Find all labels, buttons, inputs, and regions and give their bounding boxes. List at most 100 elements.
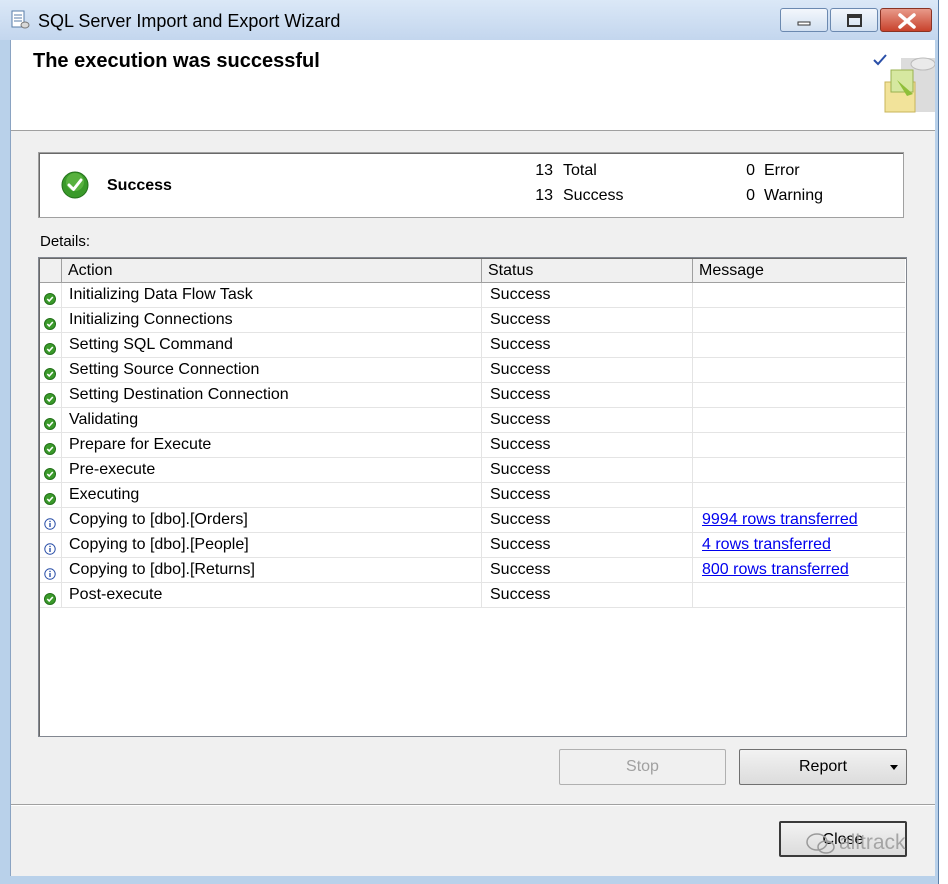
message-link[interactable]: 4 rows transferred	[702, 536, 831, 553]
action-cell: Setting SQL Command	[62, 333, 482, 357]
message-cell	[693, 483, 905, 507]
details-label: Details:	[40, 233, 91, 250]
message-cell	[693, 308, 905, 332]
row-icon-cell	[40, 533, 62, 557]
row-icon-cell	[40, 433, 62, 457]
table-row[interactable]: Initializing Data Flow Task Success	[40, 283, 905, 308]
footer-divider	[11, 804, 935, 806]
message-link[interactable]: 9994 rows transferred	[702, 511, 858, 528]
column-header-message[interactable]: Message	[693, 259, 905, 282]
table-row[interactable]: Setting Source Connection Success	[40, 358, 905, 383]
message-cell: 9994 rows transferred	[693, 508, 905, 532]
action-cell: Prepare for Execute	[62, 433, 482, 457]
row-icon-cell	[40, 283, 62, 307]
header-icon-column[interactable]	[40, 259, 62, 282]
dropdown-arrow-icon	[890, 765, 898, 770]
action-cell: Copying to [dbo].[Orders]	[62, 508, 482, 532]
window-title: SQL Server Import and Export Wizard	[38, 11, 341, 31]
wizard-client-area: The execution was successful Success 13 …	[10, 40, 935, 876]
minimize-button[interactable]	[780, 8, 828, 32]
warning-count: 0	[746, 187, 755, 204]
message-cell	[693, 408, 905, 432]
status-cell: Success	[482, 383, 693, 407]
action-cell: Initializing Connections	[62, 308, 482, 332]
action-cell: Post-execute	[62, 583, 482, 607]
table-row[interactable]: Initializing Connections Success	[40, 308, 905, 333]
status-cell: Success	[482, 508, 693, 532]
minimize-icon	[797, 21, 811, 26]
table-row[interactable]: Setting SQL Command Success	[40, 333, 905, 358]
column-header-status[interactable]: Status	[482, 259, 693, 282]
maximize-icon	[847, 14, 862, 27]
message-cell	[693, 583, 905, 607]
row-icon-cell	[40, 408, 62, 432]
row-icon-cell	[40, 383, 62, 407]
success-label: Success	[563, 187, 624, 204]
wizard-window: SQL Server Import and Export Wizard The …	[0, 0, 939, 884]
row-icon-cell	[40, 333, 62, 357]
title-bar[interactable]: SQL Server Import and Export Wizard	[0, 0, 938, 40]
error-count: 0	[746, 162, 755, 179]
success-icon	[44, 589, 56, 613]
row-icon-cell	[40, 308, 62, 332]
details-grid-header: Action Status Message	[40, 259, 905, 283]
table-row[interactable]: Copying to [dbo].[Returns] Success 800 row…	[40, 558, 905, 583]
table-row[interactable]: Validating Success	[40, 408, 905, 433]
table-row[interactable]: Prepare for Execute Success	[40, 433, 905, 458]
wechat-watermark-icon	[806, 833, 835, 854]
maximize-button[interactable]	[830, 8, 878, 32]
action-cell: Initializing Data Flow Task	[62, 283, 482, 307]
action-cell: Copying to [dbo].[Returns]	[62, 558, 482, 582]
table-row[interactable]: Executing Success	[40, 483, 905, 508]
action-cell: Pre-execute	[62, 458, 482, 482]
message-cell	[693, 383, 905, 407]
success-count: 13	[535, 187, 553, 204]
status-cell: Success	[482, 333, 693, 357]
column-header-action[interactable]: Action	[62, 259, 482, 282]
total-count: 13	[535, 162, 553, 179]
total-label: Total	[563, 162, 597, 179]
watermark-text: alltrack	[839, 831, 906, 854]
row-icon-cell	[40, 583, 62, 607]
action-cell: Executing	[62, 483, 482, 507]
message-cell: 800 rows transferred	[693, 558, 905, 582]
message-cell	[693, 458, 905, 482]
status-cell: Success	[482, 583, 693, 607]
message-cell	[693, 433, 905, 457]
summary-status: Success	[107, 177, 172, 194]
message-cell	[693, 333, 905, 357]
row-icon-cell	[40, 358, 62, 382]
action-cell: Copying to [dbo].[People]	[62, 533, 482, 557]
success-icon	[61, 171, 89, 199]
header-panel: The execution was successful	[11, 40, 935, 131]
status-cell: Success	[482, 408, 693, 432]
action-cell: Setting Destination Connection	[62, 383, 482, 407]
message-link[interactable]: 800 rows transferred	[702, 561, 849, 578]
message-cell	[693, 283, 905, 307]
status-cell: Success	[482, 558, 693, 582]
message-cell: 4 rows transferred	[693, 533, 905, 557]
table-row[interactable]: Setting Destination Connection Success	[40, 383, 905, 408]
stop-button[interactable]: Stop	[559, 749, 726, 785]
table-row[interactable]: Copying to [dbo].[Orders] Success 9994 row…	[40, 508, 905, 533]
row-icon-cell	[40, 558, 62, 582]
table-row[interactable]: Post-execute Success	[40, 583, 905, 608]
close-window-button[interactable]	[880, 8, 932, 32]
action-cell: Validating	[62, 408, 482, 432]
details-grid[interactable]: Action Status Message Initializing Data …	[38, 257, 907, 737]
wizard-app-icon	[11, 10, 30, 29]
status-cell: Success	[482, 283, 693, 307]
table-row[interactable]: Pre-execute Success	[40, 458, 905, 483]
table-row[interactable]: Copying to [dbo].[People] Success 4 rows t…	[40, 533, 905, 558]
wizard-graphic-icon	[884, 57, 935, 113]
action-cell: Setting Source Connection	[62, 358, 482, 382]
report-button-label: Report	[798, 758, 848, 775]
close-icon	[898, 13, 916, 29]
status-cell: Success	[482, 483, 693, 507]
error-label: Error	[764, 162, 800, 179]
status-cell: Success	[482, 308, 693, 332]
report-button[interactable]: Report	[739, 749, 907, 785]
summary-panel: Success 13 Total 13 Success 0 Error 0 Wa…	[38, 152, 904, 218]
status-cell: Success	[482, 533, 693, 557]
status-cell: Success	[482, 433, 693, 457]
